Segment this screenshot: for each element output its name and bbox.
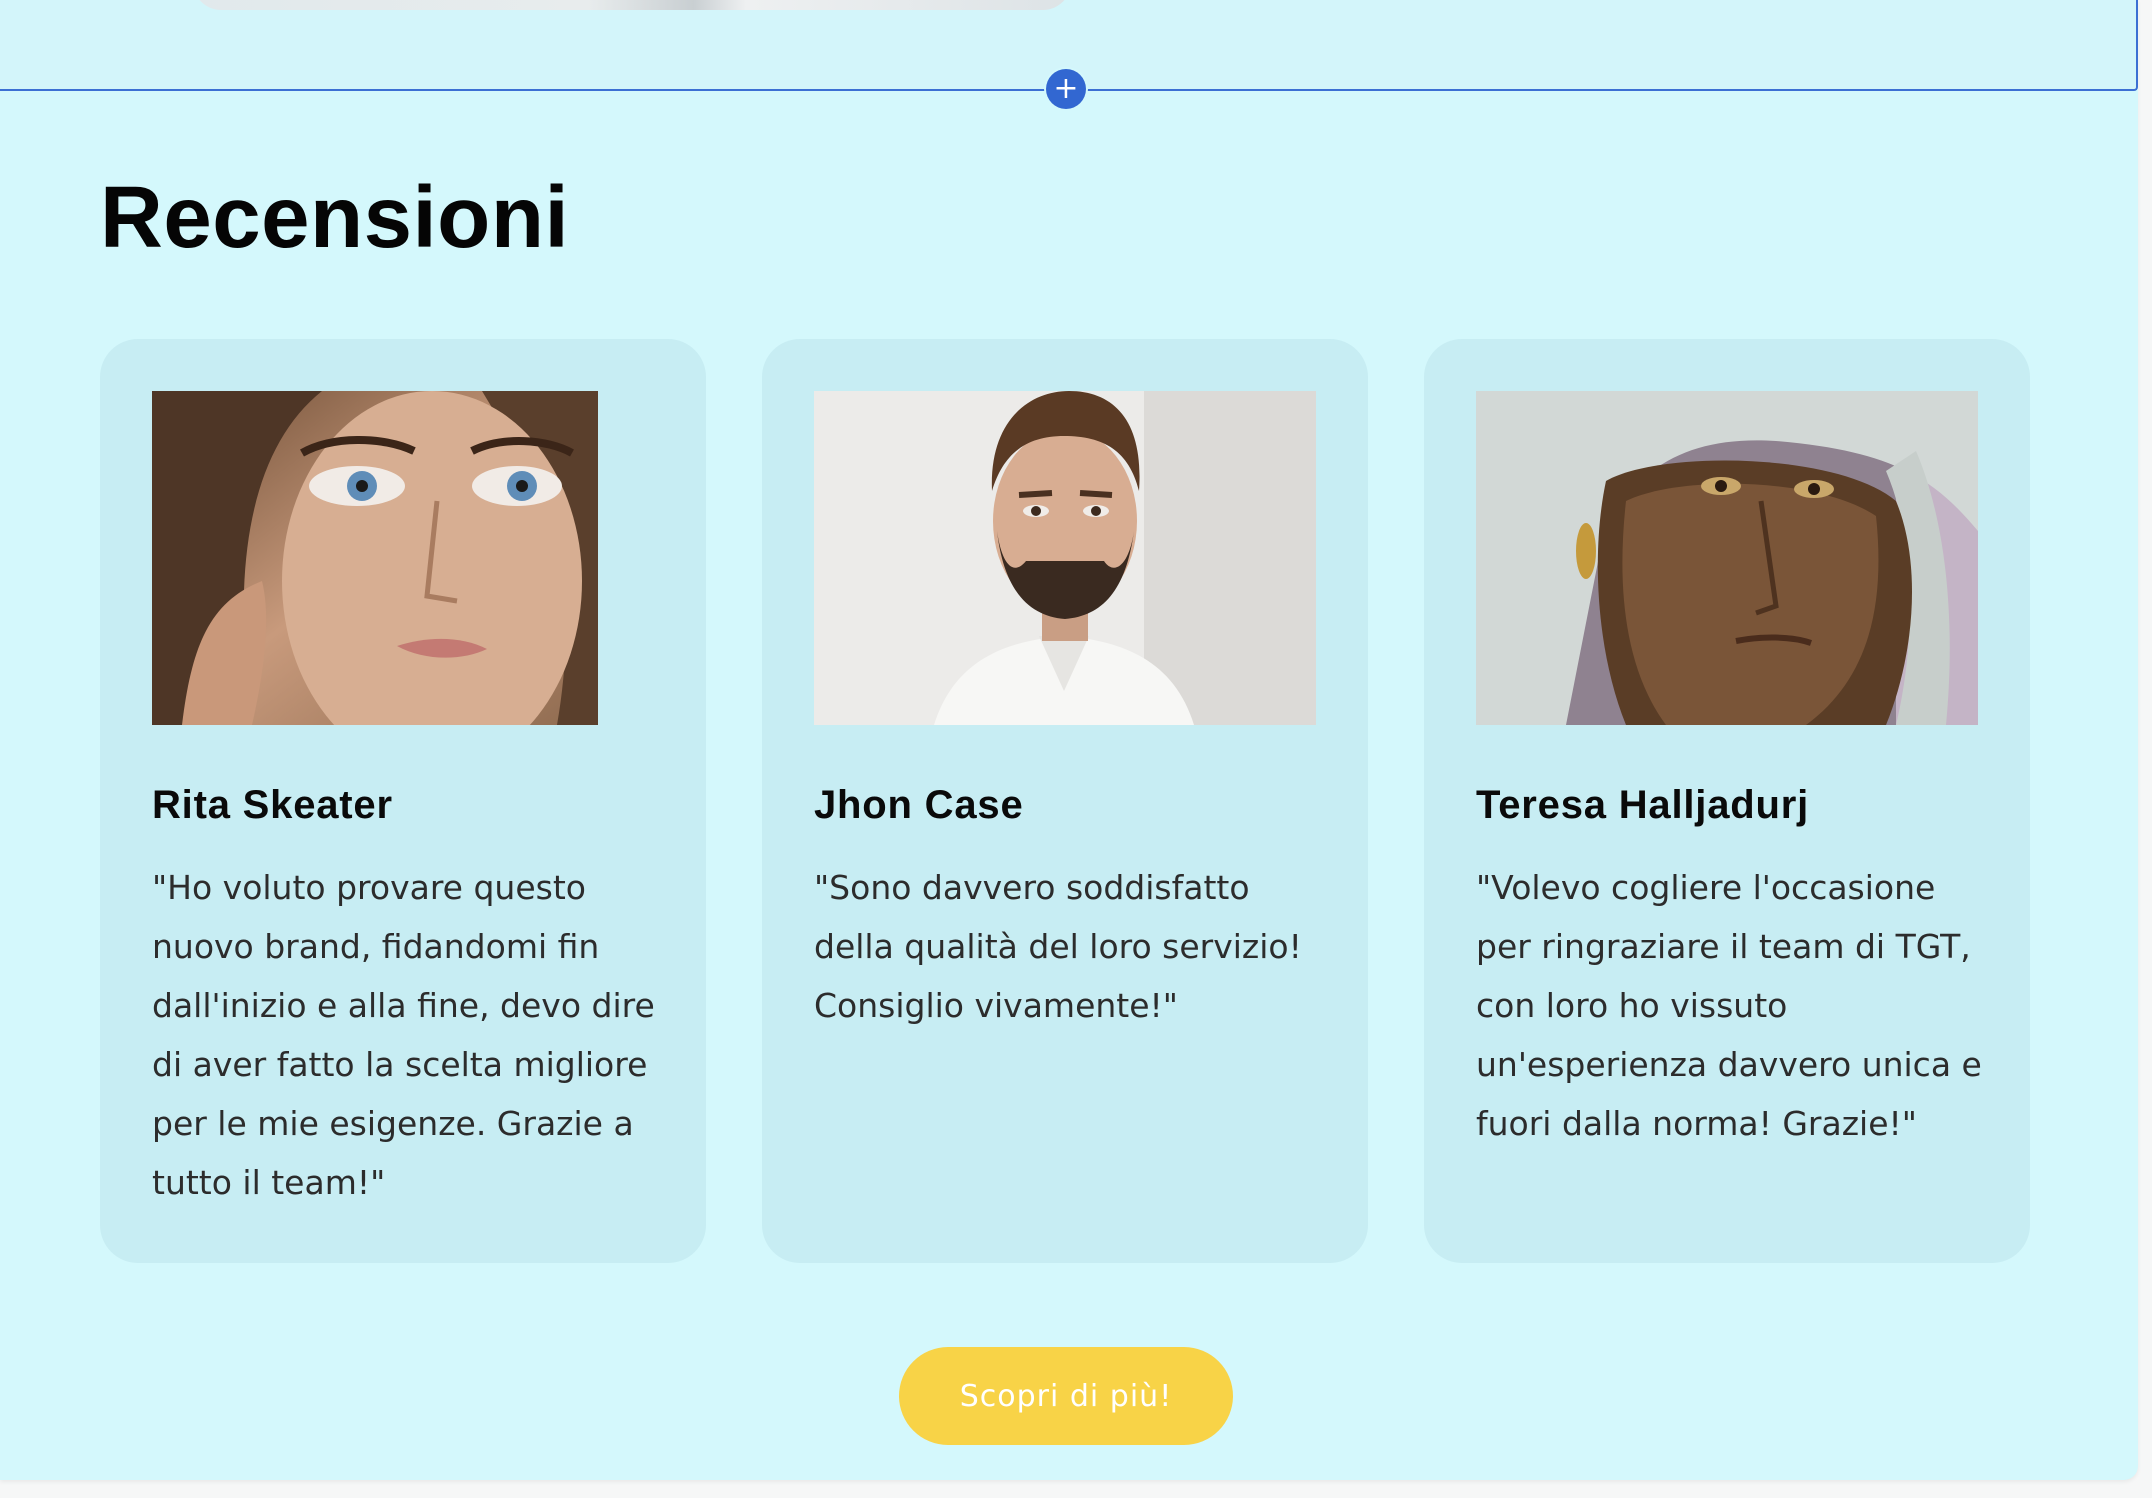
review-text: "Volevo cogliere l'occasione per ringraz… bbox=[1476, 868, 1982, 1143]
reviews-page: + Recensioni Rita Skeater "Ho voluto pro… bbox=[0, 0, 2138, 1480]
review-card: Rita Skeater "Ho voluto provare questo n… bbox=[100, 339, 706, 1263]
reviewer-name: Teresa Halljadurj bbox=[1476, 783, 1809, 827]
plus-icon: + bbox=[1053, 71, 1079, 106]
reviewer-name: Rita Skeater bbox=[152, 783, 393, 827]
review-text: "Ho voluto provare questo nuovo brand, f… bbox=[152, 868, 655, 1202]
add-section-button[interactable]: + bbox=[1046, 69, 1086, 109]
section-title: Recensioni bbox=[100, 169, 570, 266]
reviewer-photo bbox=[814, 391, 1316, 725]
reviewer-name: Jhon Case bbox=[814, 783, 1024, 827]
review-card: Jhon Case "Sono davvero soddisfatto dell… bbox=[762, 339, 1368, 1263]
review-text: "Sono davvero soddisfatto della qualità … bbox=[814, 868, 1302, 1025]
review-card: Teresa Halljadurj "Volevo cogliere l'occ… bbox=[1424, 339, 2030, 1263]
discover-more-button[interactable]: Scopri di più! bbox=[899, 1347, 1233, 1445]
reviewer-photo bbox=[1476, 391, 1978, 725]
previous-section-image bbox=[193, 0, 1071, 10]
reviewer-photo bbox=[152, 391, 598, 725]
